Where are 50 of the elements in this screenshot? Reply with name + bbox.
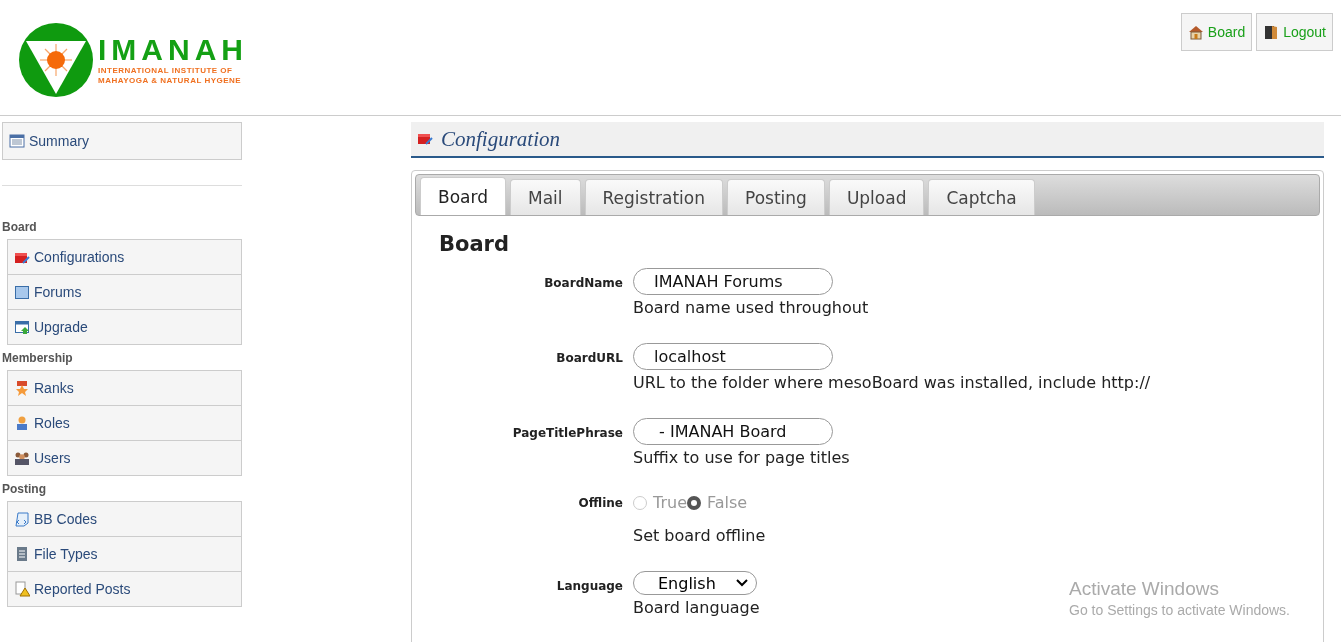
logo-tagline: INTERNATIONAL INSTITUTE OF	[98, 65, 234, 76]
sidebar-item[interactable]: Users	[7, 440, 242, 476]
person-icon	[14, 415, 30, 431]
tab[interactable]: Mail	[509, 179, 581, 215]
sidebar-heading: Posting	[2, 481, 47, 498]
activation-notice-text: Go to Settings to activate Windows.	[1069, 602, 1290, 618]
sidebar-heading: Membership	[2, 350, 74, 367]
chevron-icon	[736, 579, 748, 587]
help-text: Board name used throughout	[633, 298, 869, 317]
warning-icon	[14, 581, 30, 597]
upgrade-icon	[14, 319, 30, 335]
document-icon	[14, 546, 30, 562]
field-label: BoardURL	[555, 350, 623, 367]
tab[interactable]: Registration	[584, 179, 723, 215]
sidebar-item[interactable]: Forums	[7, 274, 242, 310]
sidebar-item[interactable]: Roles	[7, 405, 242, 441]
logo-emblem-icon	[18, 21, 94, 98]
tab[interactable]: Captcha	[928, 179, 1035, 215]
toolbox-icon	[417, 131, 433, 147]
field-label: Language	[555, 578, 623, 595]
section-heading: Board	[439, 232, 510, 256]
sidebar-item[interactable]: Reported Posts	[7, 571, 242, 607]
help-text: Suffix to use for page titles	[633, 448, 850, 467]
sidebar-item[interactable]: Upgrade	[7, 309, 242, 345]
tab[interactable]: Posting	[727, 179, 825, 215]
window-icon	[14, 284, 30, 300]
help-text: URL to the folder where mesoBoard was installed, include http://	[633, 373, 1151, 392]
house-icon	[1187, 24, 1204, 40]
sidebar-item[interactable]: Summary	[2, 122, 242, 160]
field-label: Offline	[577, 495, 623, 512]
logo-name: IMANAH	[98, 33, 248, 66]
table-icon	[9, 133, 25, 149]
sidebar-item[interactable]: BB Codes	[7, 501, 242, 537]
logo-tagline: MAHAYOGA & NATURAL HYGENE	[98, 75, 243, 86]
people-icon	[14, 450, 30, 466]
page-title: Configuration	[441, 126, 561, 152]
ribbon-icon	[14, 380, 30, 396]
door-icon	[1263, 24, 1280, 40]
help-text: Set board offline	[633, 526, 766, 545]
sidebar-heading: Board	[2, 219, 38, 236]
tab[interactable]: Upload	[828, 179, 925, 215]
activation-notice-title: Activate Windows	[1069, 578, 1220, 600]
sidebar-item[interactable]: Configurations	[7, 239, 242, 275]
field-label: PageTitlePhrase	[511, 425, 623, 442]
field-label: BoardName	[543, 275, 623, 292]
scroll-icon	[14, 511, 30, 527]
help-text: Board language	[633, 598, 760, 617]
sidebar-item[interactable]: Ranks	[7, 370, 242, 406]
tab[interactable]: Board	[420, 177, 506, 215]
sidebar-item[interactable]: File Types	[7, 536, 242, 572]
